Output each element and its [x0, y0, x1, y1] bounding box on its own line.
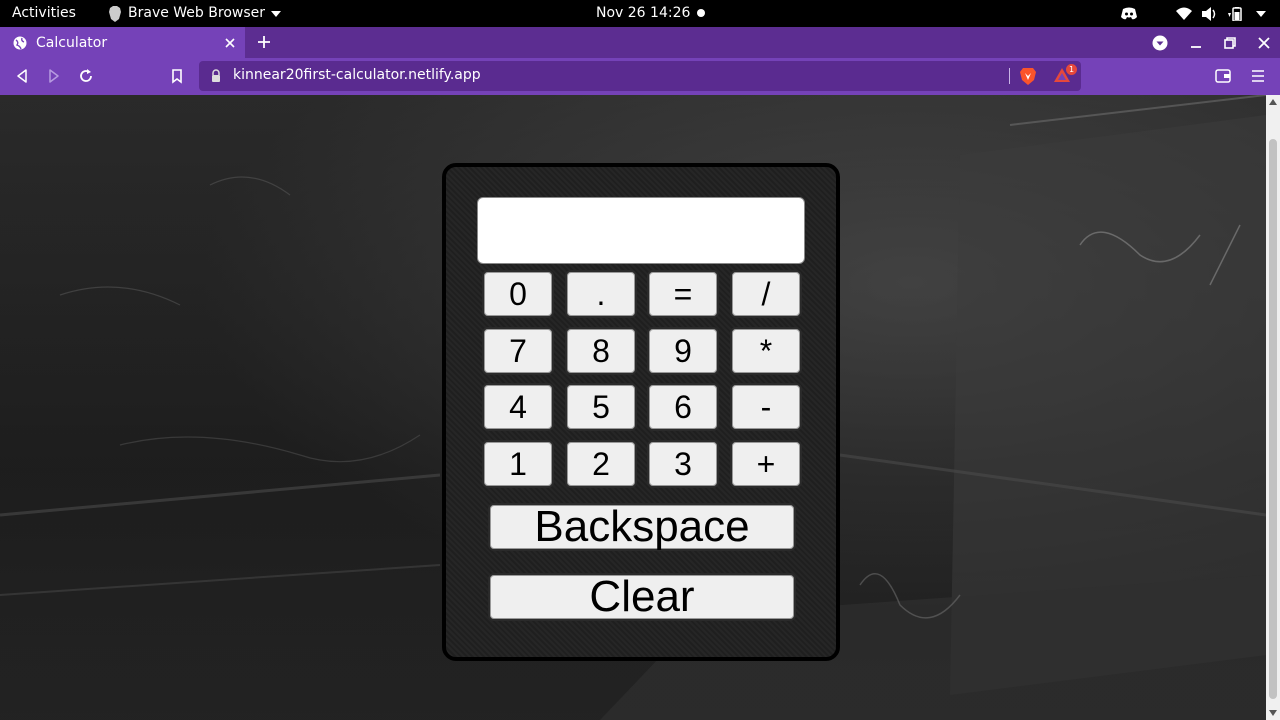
bookmark-icon[interactable] — [169, 68, 185, 84]
window-controls — [1152, 27, 1270, 58]
app-menu[interactable]: Brave Web Browser — [108, 0, 281, 27]
key-4[interactable]: 4 — [482, 383, 554, 431]
key-equals[interactable]: = — [647, 270, 719, 318]
scroll-up-arrow-icon[interactable] — [1269, 99, 1277, 105]
reload-icon[interactable] — [78, 68, 94, 84]
battery-icon — [1228, 6, 1242, 21]
calculator-display[interactable] — [477, 197, 805, 264]
scrollbar-thumb[interactable] — [1269, 139, 1277, 699]
system-tray[interactable] — [1120, 0, 1266, 27]
key-decimal[interactable]: . — [565, 270, 637, 318]
wifi-icon — [1176, 7, 1192, 20]
key-3[interactable]: 3 — [647, 440, 719, 488]
key-0[interactable]: 0 — [482, 270, 554, 318]
rewards-badge: 1 — [1066, 64, 1077, 75]
activities-button[interactable]: Activities — [12, 0, 76, 27]
lock-icon[interactable] — [211, 69, 221, 82]
key-6[interactable]: 6 — [647, 383, 719, 431]
close-window-icon[interactable] — [1258, 36, 1270, 49]
address-bar[interactable]: kinnear20first-calculator.netlify.app 1 — [199, 61, 1081, 91]
wallet-icon[interactable] — [1215, 69, 1231, 83]
system-top-bar: Activities Brave Web Browser Nov 26 14:2… — [0, 0, 1280, 27]
tab-bar: Calculator — [0, 27, 1280, 58]
key-2[interactable]: 2 — [565, 440, 637, 488]
restore-icon[interactable] — [1224, 36, 1236, 49]
browser-toolbar: kinnear20first-calculator.netlify.app 1 — [0, 58, 1280, 95]
calculator: 0 . = / 7 8 9 * 4 5 6 - 1 2 3 + Backspac… — [442, 163, 840, 661]
brave-shield-icon[interactable] — [1020, 67, 1036, 85]
separator — [1009, 68, 1010, 84]
key-5[interactable]: 5 — [565, 383, 637, 431]
key-7[interactable]: 7 — [482, 327, 554, 375]
tab-title: Calculator — [36, 34, 108, 51]
page-background: 0 . = / 7 8 9 * 4 5 6 - 1 2 3 + Backspac… — [0, 95, 1266, 720]
hamburger-menu-icon[interactable] — [1251, 69, 1265, 83]
tab-calculator[interactable]: Calculator — [0, 27, 245, 58]
key-subtract[interactable]: - — [730, 383, 802, 431]
brave-lion-icon — [109, 5, 121, 22]
key-1[interactable]: 1 — [482, 440, 554, 488]
notification-dot-icon — [697, 9, 705, 17]
globe-icon — [13, 36, 27, 49]
url-text[interactable]: kinnear20first-calculator.netlify.app — [233, 67, 481, 83]
forward-icon[interactable] — [46, 68, 62, 84]
key-add[interactable]: + — [730, 440, 802, 488]
key-9[interactable]: 9 — [647, 327, 719, 375]
key-8[interactable]: 8 — [565, 327, 637, 375]
app-menu-label: Brave Web Browser — [128, 5, 265, 21]
key-multiply[interactable]: * — [730, 327, 802, 375]
key-divide[interactable]: / — [730, 270, 802, 318]
chevron-down-icon — [271, 10, 281, 17]
close-icon[interactable] — [223, 36, 237, 50]
clear-button[interactable]: Clear — [488, 573, 796, 621]
scroll-down-arrow-icon[interactable] — [1269, 710, 1277, 716]
new-tab-icon[interactable] — [256, 34, 272, 50]
chevron-down-icon — [1256, 10, 1266, 17]
tab-search-icon[interactable] — [1152, 35, 1168, 51]
page-scrollbar[interactable] — [1266, 95, 1280, 720]
discord-icon — [1121, 7, 1137, 19]
minimize-icon[interactable] — [1190, 37, 1202, 49]
back-icon[interactable] — [14, 68, 30, 84]
volume-icon — [1202, 6, 1216, 21]
clock[interactable]: Nov 26 14:26 — [596, 0, 690, 27]
backspace-button[interactable]: Backspace — [488, 503, 796, 551]
